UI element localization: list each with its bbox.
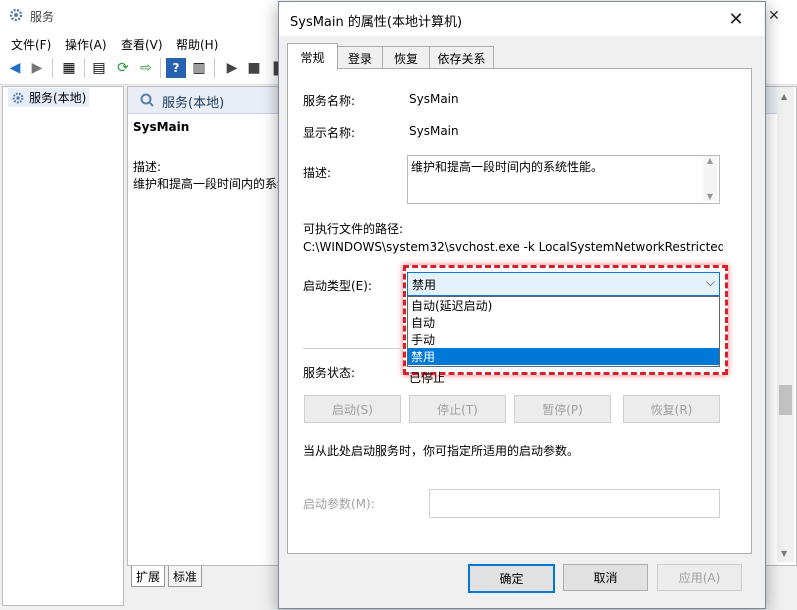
selected-service-name: SysMain [133, 120, 190, 134]
service-status-label: 服务状态: [303, 366, 356, 380]
stop-button[interactable]: 停止(T) [409, 395, 506, 423]
back-arrow-icon[interactable]: ◀ [5, 58, 25, 78]
gear-icon [9, 8, 23, 22]
display-name-label: 显示名称: [303, 126, 356, 140]
tree-item-label: 服务(本地) [29, 91, 87, 105]
tree-item-services-local[interactable]: 服务(本地) [8, 88, 90, 107]
toolbar-separator [52, 58, 53, 78]
pane-header-title: 服务(本地) [162, 96, 225, 111]
search-icon [140, 93, 154, 107]
tab-standard[interactable]: 标准 [168, 566, 203, 587]
pause-button[interactable]: 暂停(P) [514, 395, 611, 423]
description-text: 维护和提高一段时间内的系统性能。 [411, 160, 604, 174]
tab-dependencies[interactable]: 依存关系 [429, 46, 494, 69]
help-icon[interactable]: ? [166, 58, 186, 78]
services-scroll-thumb[interactable] [779, 385, 792, 415]
scroll-up-icon[interactable]: ▲ [781, 92, 787, 101]
display-name-value: SysMain [409, 124, 459, 138]
close-icon[interactable]: ✕ [722, 6, 750, 32]
start-button[interactable]: 启动(S) [304, 395, 401, 423]
tab-general[interactable]: 常规 [287, 43, 338, 70]
selected-service-desc-label: 描述: [133, 160, 162, 174]
cancel-button[interactable]: 取消 [563, 564, 648, 591]
service-status-value: 已停止 [409, 371, 446, 385]
menu-file[interactable]: 文件(F) [11, 36, 51, 53]
highlight-annotation [403, 265, 728, 375]
console-tree [2, 86, 124, 606]
refresh-icon[interactable]: ⟳ [113, 58, 133, 78]
console-tree-icon[interactable]: ▦ [59, 58, 79, 78]
description-scrollbar[interactable]: ▲ ▼ [703, 156, 717, 201]
menu-action[interactable]: 操作(A) [65, 36, 107, 53]
toolbar-separator [84, 58, 85, 78]
dialog-title: SysMain 的属性(本地计算机) [290, 15, 463, 30]
menu-view[interactable]: 查看(V) [121, 36, 163, 53]
tab-recovery[interactable]: 恢复 [382, 46, 430, 69]
ok-button[interactable]: 确定 [468, 564, 555, 593]
start-params-hint: 当从此处启动服务时，你可指定所适用的启动参数。 [303, 444, 580, 458]
export-icon[interactable]: ⇨ [136, 58, 156, 78]
start-params-label: 启动参数(M): [303, 497, 375, 511]
services-scrollbar[interactable] [777, 88, 794, 562]
tab-logon[interactable]: 登录 [337, 46, 383, 69]
toolbar-separator [160, 58, 161, 78]
tab-extended[interactable]: 扩展 [131, 566, 166, 587]
status-separator [303, 348, 403, 349]
chevron-down-icon[interactable]: ▼ [707, 192, 713, 201]
description-label: 描述: [303, 166, 332, 180]
toolbar-separator [214, 58, 215, 78]
stop-icon[interactable]: ■ [244, 58, 264, 78]
path-label: 可执行文件的路径: [303, 222, 404, 236]
menu-help[interactable]: 帮助(H) [176, 36, 218, 53]
selected-service-desc: 维护和提高一段时间内的系统性能。 [133, 177, 283, 191]
chevron-up-icon[interactable]: ▲ [707, 156, 713, 165]
properties-icon[interactable]: ▤ [89, 58, 109, 78]
resume-button[interactable]: 恢复(R) [623, 395, 720, 423]
startup-type-label: 启动类型(E): [303, 279, 372, 293]
forward-arrow-icon[interactable]: ▶ [27, 58, 47, 78]
show-pane-icon[interactable]: ▥ [189, 58, 209, 78]
apply-button[interactable]: 应用(A) [657, 564, 742, 591]
service-name-value: SysMain [409, 92, 459, 106]
scroll-down-icon[interactable]: ▼ [781, 549, 787, 558]
executable-path: C:\WINDOWS\system32\svchost.exe -k Local… [303, 240, 723, 254]
gear-icon [12, 92, 24, 103]
services-title: 服务 [30, 10, 55, 24]
start-params-input[interactable] [429, 489, 720, 518]
service-name-label: 服务名称: [303, 94, 356, 108]
play-icon[interactable]: ▶ [222, 58, 242, 78]
